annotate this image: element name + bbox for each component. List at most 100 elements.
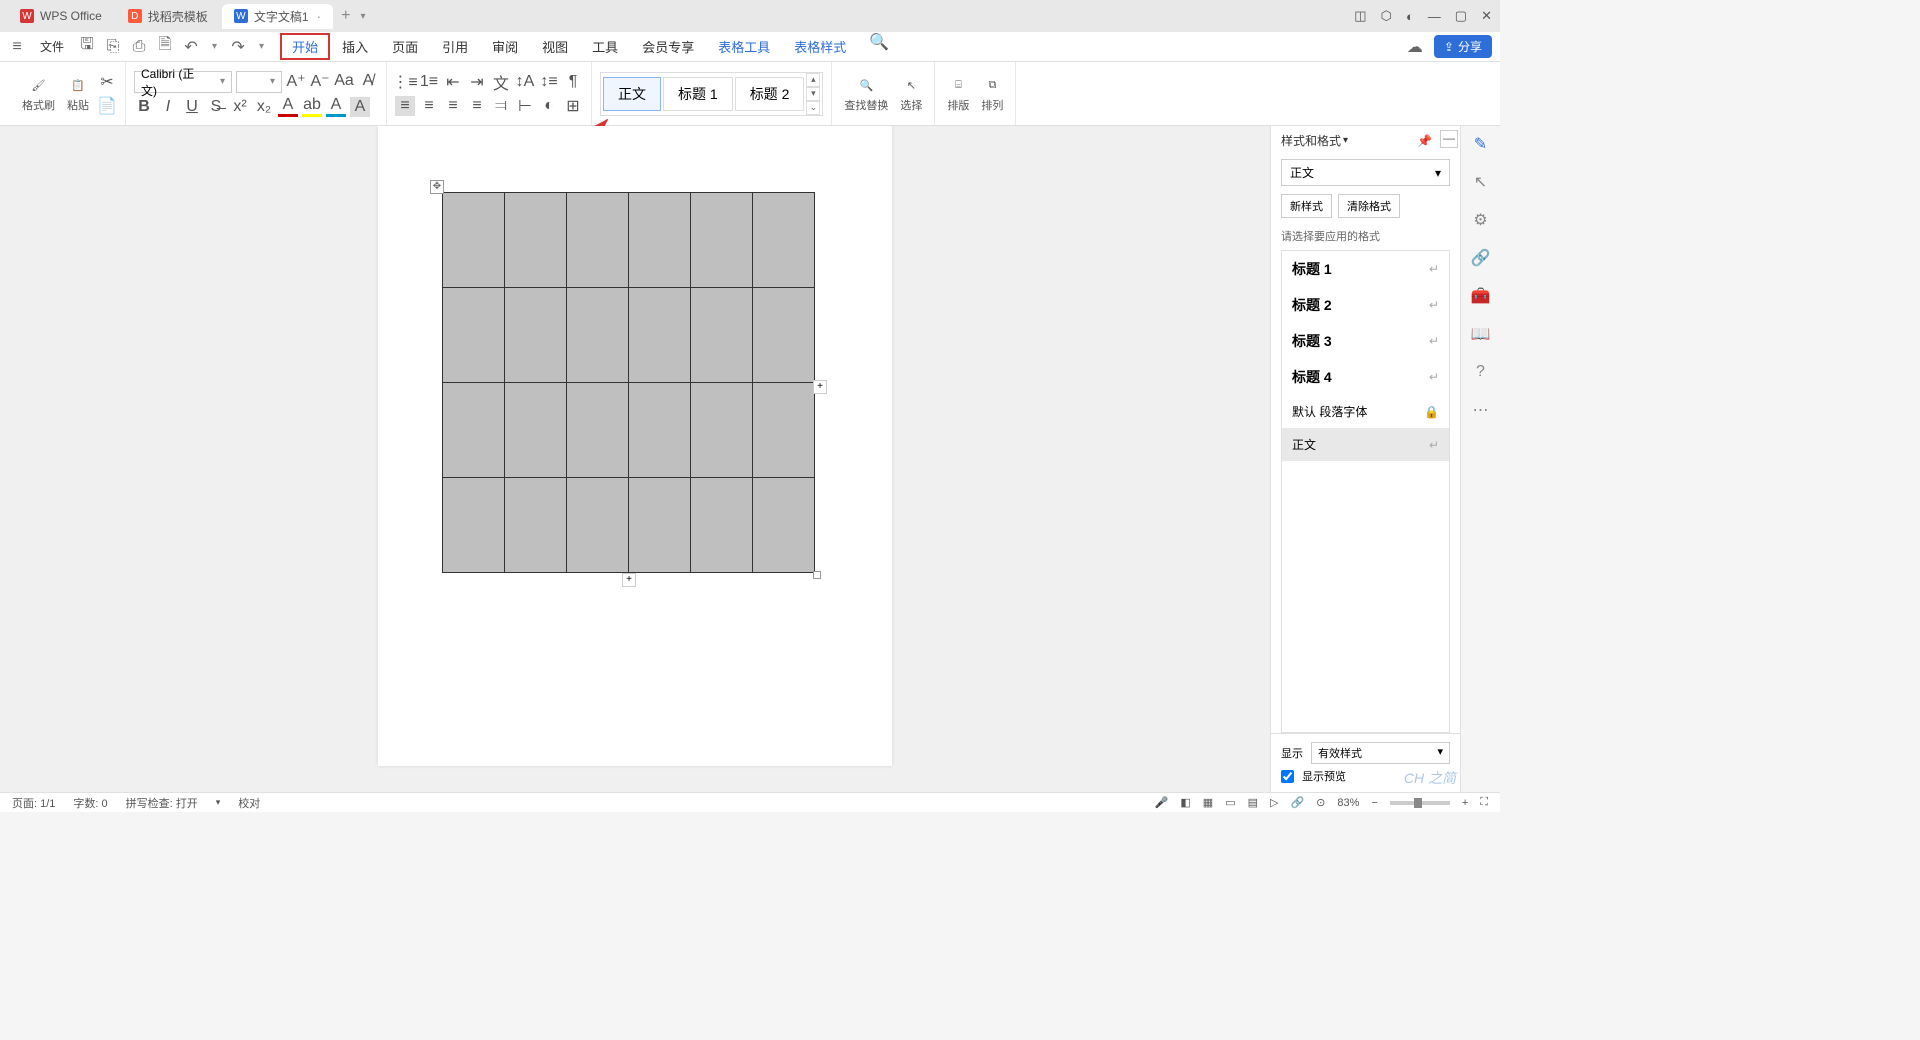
table-resize-handle[interactable] bbox=[813, 571, 821, 579]
attach-icon[interactable]: 🔗 bbox=[1290, 796, 1304, 809]
style-heading2[interactable]: 标题 2 bbox=[735, 77, 805, 111]
print-preview-icon[interactable]: 🗎 bbox=[156, 38, 174, 56]
fullscreen-icon[interactable]: ⛶ bbox=[1480, 796, 1488, 809]
align-right-icon[interactable]: ≡ bbox=[443, 96, 463, 116]
italic-icon[interactable]: I bbox=[158, 97, 178, 117]
font-size-select[interactable] bbox=[236, 71, 282, 93]
table-move-handle[interactable]: ✥ bbox=[430, 180, 444, 194]
number-list-icon[interactable]: 1≡ bbox=[419, 72, 439, 92]
distribute-icon[interactable]: ⫤ bbox=[491, 96, 511, 116]
pin-icon[interactable]: 📌 bbox=[1417, 134, 1432, 148]
superscript-icon[interactable]: x² bbox=[230, 97, 250, 117]
add-column-handle[interactable]: + bbox=[813, 380, 827, 394]
increase-font-icon[interactable]: A⁺ bbox=[286, 71, 306, 91]
style-item-h1[interactable]: 标题 1↵ bbox=[1282, 251, 1449, 287]
focus-icon[interactable]: ⊙ bbox=[1316, 796, 1325, 809]
align-left-icon[interactable]: ≡ bbox=[395, 96, 415, 116]
tab-home[interactable]: 开始 bbox=[280, 33, 330, 60]
border-icon[interactable]: ⊞ bbox=[563, 96, 583, 116]
qat-customize[interactable]: ▾ bbox=[255, 41, 268, 52]
tab-table-style[interactable]: 表格样式 bbox=[782, 33, 858, 60]
clear-format-button[interactable]: 清除格式 bbox=[1338, 194, 1400, 218]
word-count[interactable]: 字数: 0 bbox=[73, 795, 107, 811]
decrease-font-icon[interactable]: A⁻ bbox=[310, 71, 330, 91]
paste-button[interactable]: 📋 粘贴 bbox=[63, 73, 93, 115]
style-body[interactable]: 正文 bbox=[603, 77, 661, 111]
highlight-icon[interactable]: ab bbox=[302, 97, 322, 117]
subscript-icon[interactable]: x₂ bbox=[254, 97, 274, 117]
mic-icon[interactable]: 🎤 bbox=[1155, 796, 1169, 809]
select-button[interactable]: ↖ 选择 bbox=[896, 73, 926, 115]
document-table[interactable]: ✥ + + bbox=[442, 192, 815, 573]
zoom-value[interactable]: 83% bbox=[1337, 797, 1359, 809]
sort-icon[interactable]: ↕A bbox=[515, 72, 535, 92]
redo-icon[interactable]: ↷ bbox=[229, 38, 247, 56]
align-center-icon[interactable]: ≡ bbox=[419, 96, 439, 116]
link-icon[interactable]: 🔗 bbox=[1471, 248, 1491, 268]
style-item-h4[interactable]: 标题 4↵ bbox=[1282, 359, 1449, 395]
find-replace-button[interactable]: 🔍 查找替换 bbox=[840, 73, 892, 115]
style-item-default-font[interactable]: 默认 段落字体🔒 bbox=[1282, 395, 1449, 428]
tab-template[interactable]: D 找稻壳模板 bbox=[116, 4, 220, 29]
zoom-in-icon[interactable]: + bbox=[1462, 797, 1468, 809]
tab-tools[interactable]: 工具 bbox=[580, 33, 630, 60]
panel-collapse-button[interactable]: — bbox=[1440, 130, 1458, 148]
style-item-body[interactable]: 正文↵ bbox=[1282, 428, 1449, 461]
cloud-icon[interactable]: ☁ bbox=[1406, 38, 1424, 56]
minimize-button[interactable]: — bbox=[1428, 9, 1441, 24]
layout-button[interactable]: ⌸ 排版 bbox=[943, 73, 973, 115]
print-icon[interactable]: ⎙ bbox=[130, 38, 148, 56]
increase-indent-icon[interactable]: ⇥ bbox=[467, 72, 487, 92]
new-style-button[interactable]: 新样式 bbox=[1281, 194, 1332, 218]
font-name-select[interactable]: Calibri (正文) bbox=[134, 71, 232, 93]
tab-close-icon[interactable]: · bbox=[317, 8, 322, 24]
style-item-h2[interactable]: 标题 2↵ bbox=[1282, 287, 1449, 323]
menu-icon[interactable]: ≡ bbox=[8, 38, 26, 56]
tab-table-tools[interactable]: 表格工具 bbox=[706, 33, 782, 60]
maximize-button[interactable]: ▢ bbox=[1455, 8, 1467, 24]
add-row-handle[interactable]: + bbox=[622, 573, 636, 587]
change-case-icon[interactable]: Aa bbox=[334, 71, 354, 91]
file-menu[interactable]: 文件 bbox=[34, 36, 70, 57]
tab-stop-icon[interactable]: ⊢ bbox=[515, 96, 535, 116]
tab-view[interactable]: 视图 bbox=[530, 33, 580, 60]
share-button[interactable]: ⇪ 分享 bbox=[1434, 35, 1492, 58]
style-gallery-more[interactable]: ▴▾⌄ bbox=[806, 73, 820, 115]
avatar-icon[interactable]: ◐ bbox=[1406, 9, 1414, 24]
help-icon[interactable]: ? bbox=[1471, 362, 1491, 382]
tab-menu-dropdown[interactable]: ▾ bbox=[357, 11, 370, 22]
tab-reference[interactable]: 引用 bbox=[430, 33, 480, 60]
more-icon[interactable]: ⋯ bbox=[1471, 400, 1491, 420]
current-style-select[interactable]: 正文 ▾ bbox=[1281, 159, 1450, 186]
edit-icon[interactable]: ✎ bbox=[1471, 134, 1491, 154]
font-color-icon[interactable]: A bbox=[278, 97, 298, 117]
underline-icon[interactable]: U bbox=[182, 97, 202, 117]
text-direction-icon[interactable]: 文 bbox=[491, 72, 511, 92]
arrange-button[interactable]: ⧉ 排列 bbox=[977, 73, 1007, 115]
page-count[interactable]: 页面: 1/1 bbox=[12, 795, 55, 811]
bullet-list-icon[interactable]: ⋮≡ bbox=[395, 72, 415, 92]
copy-icon[interactable]: 📄 bbox=[97, 96, 117, 116]
view-outline-icon[interactable]: ▤ bbox=[1248, 796, 1258, 809]
new-tab-button[interactable]: + bbox=[335, 7, 356, 25]
format-brush-button[interactable]: 🖌 格式刷 bbox=[18, 73, 59, 115]
decrease-indent-icon[interactable]: ⇤ bbox=[443, 72, 463, 92]
show-marks-icon[interactable]: ¶ bbox=[563, 72, 583, 92]
align-justify-icon[interactable]: ≡ bbox=[467, 96, 487, 116]
select-tool-icon[interactable]: ↖ bbox=[1471, 172, 1491, 192]
clear-format-icon[interactable]: A̸ bbox=[358, 71, 378, 91]
view-print-icon[interactable]: ▦ bbox=[1203, 796, 1213, 809]
cube-icon[interactable]: ⬡ bbox=[1381, 8, 1392, 24]
line-spacing-icon[interactable]: ↕≡ bbox=[539, 72, 559, 92]
tab-page[interactable]: 页面 bbox=[380, 33, 430, 60]
zoom-slider[interactable] bbox=[1390, 801, 1450, 805]
document-area[interactable]: ✥ + + bbox=[0, 126, 1270, 792]
char-shading-icon[interactable]: A bbox=[350, 97, 370, 117]
tab-review[interactable]: 审阅 bbox=[480, 33, 530, 60]
save-icon[interactable]: 🖫 bbox=[78, 38, 96, 56]
tab-wps-office[interactable]: W WPS Office bbox=[8, 5, 114, 27]
spell-check-status[interactable]: 拼写检查: 打开 bbox=[126, 795, 198, 811]
proof-status[interactable]: 校对 bbox=[238, 795, 260, 811]
bold-icon[interactable]: B bbox=[134, 97, 154, 117]
undo-dropdown[interactable]: ▾ bbox=[208, 41, 221, 52]
